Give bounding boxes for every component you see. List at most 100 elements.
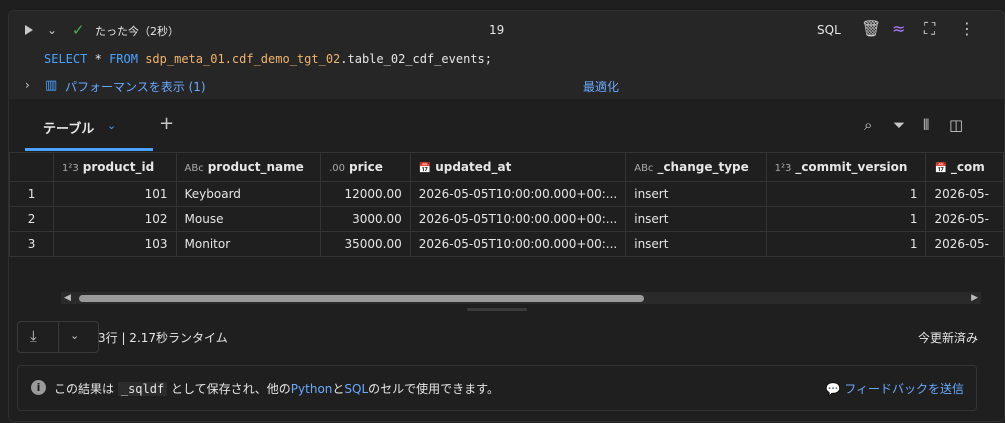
chat-icon: 💬 [825, 382, 845, 396]
notebook-cell: ⌄ ✓ たった今（2秒） 19 SQL 🗑 ≈ ⛶ ⋮ SELECT * FRO… [8, 10, 1005, 422]
column-header[interactable]: .00 price [320, 152, 411, 182]
column-name: product_id [82, 160, 155, 174]
integer-type-icon: 1²3 [774, 163, 792, 174]
cell-commit-timestamp[interactable]: 2026-05- [925, 181, 1004, 207]
add-tab-icon[interactable]: + [159, 113, 174, 134]
column-name: _com [950, 160, 985, 174]
cell-commit-version[interactable]: 1 [765, 231, 927, 257]
code-table-rest: .table_02_cdf_events; [340, 52, 492, 66]
chevron-down-icon[interactable]: ⌄ [107, 119, 116, 132]
column-name: _commit_version [795, 160, 908, 174]
column-header[interactable]: ABc product_name [175, 152, 322, 182]
optimize-link[interactable]: 最適化 [583, 78, 619, 95]
download-button-group: ⤓ ⌄ [17, 321, 99, 353]
updated-status: 今更新済み [917, 331, 978, 345]
expand-icon[interactable]: ⛶ [924, 19, 935, 39]
string-type-icon: ABc [184, 163, 204, 174]
search-icon[interactable]: ⌕ [864, 116, 872, 134]
column-name: _change_type [657, 160, 749, 174]
row-number-header [9, 152, 55, 182]
notice-text: と [332, 382, 345, 396]
variable-name: _sqldf [117, 382, 168, 396]
chevron-down-icon[interactable]: ⌄ [47, 23, 57, 37]
table-header-row: 1²3 product_id ABc product_name .00 price 📅… [9, 152, 1004, 182]
column-name: updated_at [435, 160, 512, 174]
language-label[interactable]: SQL [817, 23, 841, 37]
cell-change-type[interactable]: insert [625, 206, 767, 232]
cell-product-name[interactable]: Monitor [175, 231, 322, 257]
code-keyword-from: FROM [109, 52, 138, 66]
integer-type-icon: 1²3 [62, 163, 79, 174]
results-panel: テーブル ⌄ + ⌕ ⏷ ⫴ ◫ 1²3 product_id ABc prod… [9, 99, 1004, 421]
column-header[interactable]: 📅 updated_at [409, 152, 627, 182]
row-count-runtime: 3行 | 2.17秒ランタイム [98, 331, 228, 345]
cell-commit-timestamp[interactable]: 2026-05- [925, 206, 1004, 232]
chevron-down-icon[interactable]: ⌄ [70, 329, 79, 342]
cell-product-id[interactable]: 103 [53, 231, 177, 257]
cell-product-name[interactable]: Keyboard [175, 181, 322, 207]
results-table: 1²3 product_id ABc product_name .00 price 📅… [9, 152, 1004, 257]
cell-price[interactable]: 12000.00 [320, 181, 411, 207]
bar-chart-icon: ▥ [45, 78, 58, 93]
sql-code[interactable]: SELECT * FROM sdp_meta_01.cdf_demo_tgt_0… [44, 52, 492, 66]
cell-change-type[interactable]: insert [625, 231, 767, 257]
code-table-name: sdp_meta_01.cdf_demo_tgt_02 [145, 52, 341, 66]
cell-updated-at[interactable]: 2026-05-05T10:00:00.000+00:... [409, 206, 627, 232]
download-icon[interactable]: ⤓ [30, 327, 37, 345]
filter-icon[interactable]: ⏷ [893, 116, 905, 134]
cell-product-id[interactable]: 101 [53, 181, 177, 207]
info-icon: i [31, 380, 46, 395]
python-link[interactable]: Python [291, 382, 333, 396]
notice-message: この結果は _sqldf として保存され、他のPythonとSQLのセルで使用で… [54, 380, 499, 397]
scroll-left-icon[interactable]: ◀ [64, 293, 71, 303]
cell-change-type[interactable]: insert [625, 181, 767, 207]
chevron-right-icon: › [25, 78, 30, 92]
assistant-icon[interactable]: ≈ [892, 19, 905, 38]
trash-icon[interactable]: 🗑 [861, 19, 881, 38]
result-tabs: テーブル ⌄ + ⌕ ⏷ ⫴ ◫ [9, 99, 1004, 151]
table-row[interactable]: 3 103 Monitor 35000.00 2026-05-05T10:00:… [9, 231, 1004, 257]
cell-product-id[interactable]: 102 [53, 206, 177, 232]
table-row[interactable]: 1 101 Keyboard 12000.00 2026-05-05T10:00… [9, 181, 1004, 207]
tab-table-label: テーブル [43, 122, 95, 137]
resize-handle[interactable] [467, 308, 527, 311]
tab-table[interactable]: テーブル ⌄ [25, 99, 153, 151]
feedback-link[interactable]: 💬 フィードバックを送信 [825, 380, 964, 397]
run-icon[interactable] [25, 25, 33, 35]
run-status: たった今（2秒） [95, 25, 179, 38]
column-header[interactable]: 📅 _com [925, 152, 1004, 182]
cell-commit-version[interactable]: 1 [765, 181, 927, 207]
more-icon[interactable]: ⋮ [959, 19, 975, 38]
cell-updated-at[interactable]: 2026-05-05T10:00:00.000+00:... [409, 231, 627, 257]
column-header[interactable]: ABc _change_type [625, 152, 767, 182]
column-name: price [348, 160, 383, 174]
column-name: product_name [207, 160, 304, 174]
divider [58, 322, 59, 352]
feedback-label: フィードバックを送信 [844, 382, 964, 396]
sql-link[interactable]: SQL [344, 382, 368, 396]
cell-updated-at[interactable]: 2026-05-05T10:00:00.000+00:... [409, 181, 627, 207]
active-tab-indicator [25, 148, 153, 151]
cell-price[interactable]: 35000.00 [320, 231, 411, 257]
performance-label: パフォーマンスを表示 (1) [65, 80, 206, 94]
performance-toggle[interactable]: › ▥ パフォーマンスを表示 (1) [23, 77, 623, 97]
row-number: 2 [9, 206, 55, 232]
calendar-icon: 📅 [934, 163, 947, 174]
calendar-icon: 📅 [418, 163, 432, 174]
scrollbar-thumb[interactable] [79, 295, 644, 302]
table-row[interactable]: 2 102 Mouse 3000.00 2026-05-05T10:00:00.… [9, 206, 1004, 232]
row-number: 3 [9, 231, 55, 257]
cell-price[interactable]: 3000.00 [320, 206, 411, 232]
horizontal-scrollbar[interactable]: ◀ ▶ [61, 292, 981, 304]
scroll-right-icon[interactable]: ▶ [971, 293, 978, 303]
cell-commit-timestamp[interactable]: 2026-05- [925, 231, 1004, 257]
string-type-icon: ABc [634, 163, 654, 174]
decimal-type-icon: .00 [329, 163, 345, 174]
cell-commit-version[interactable]: 1 [765, 206, 927, 232]
column-header[interactable]: 1²3 product_id [53, 152, 177, 182]
cell-product-name[interactable]: Mouse [175, 206, 322, 232]
cell-header: ⌄ ✓ たった今（2秒） 19 SQL 🗑 ≈ ⛶ ⋮ [9, 11, 1004, 51]
column-header[interactable]: 1²3 _commit_version [765, 152, 927, 182]
sidebar-panel-icon[interactable]: ◫ [949, 116, 963, 134]
columns-icon[interactable]: ⫴ [923, 116, 929, 134]
